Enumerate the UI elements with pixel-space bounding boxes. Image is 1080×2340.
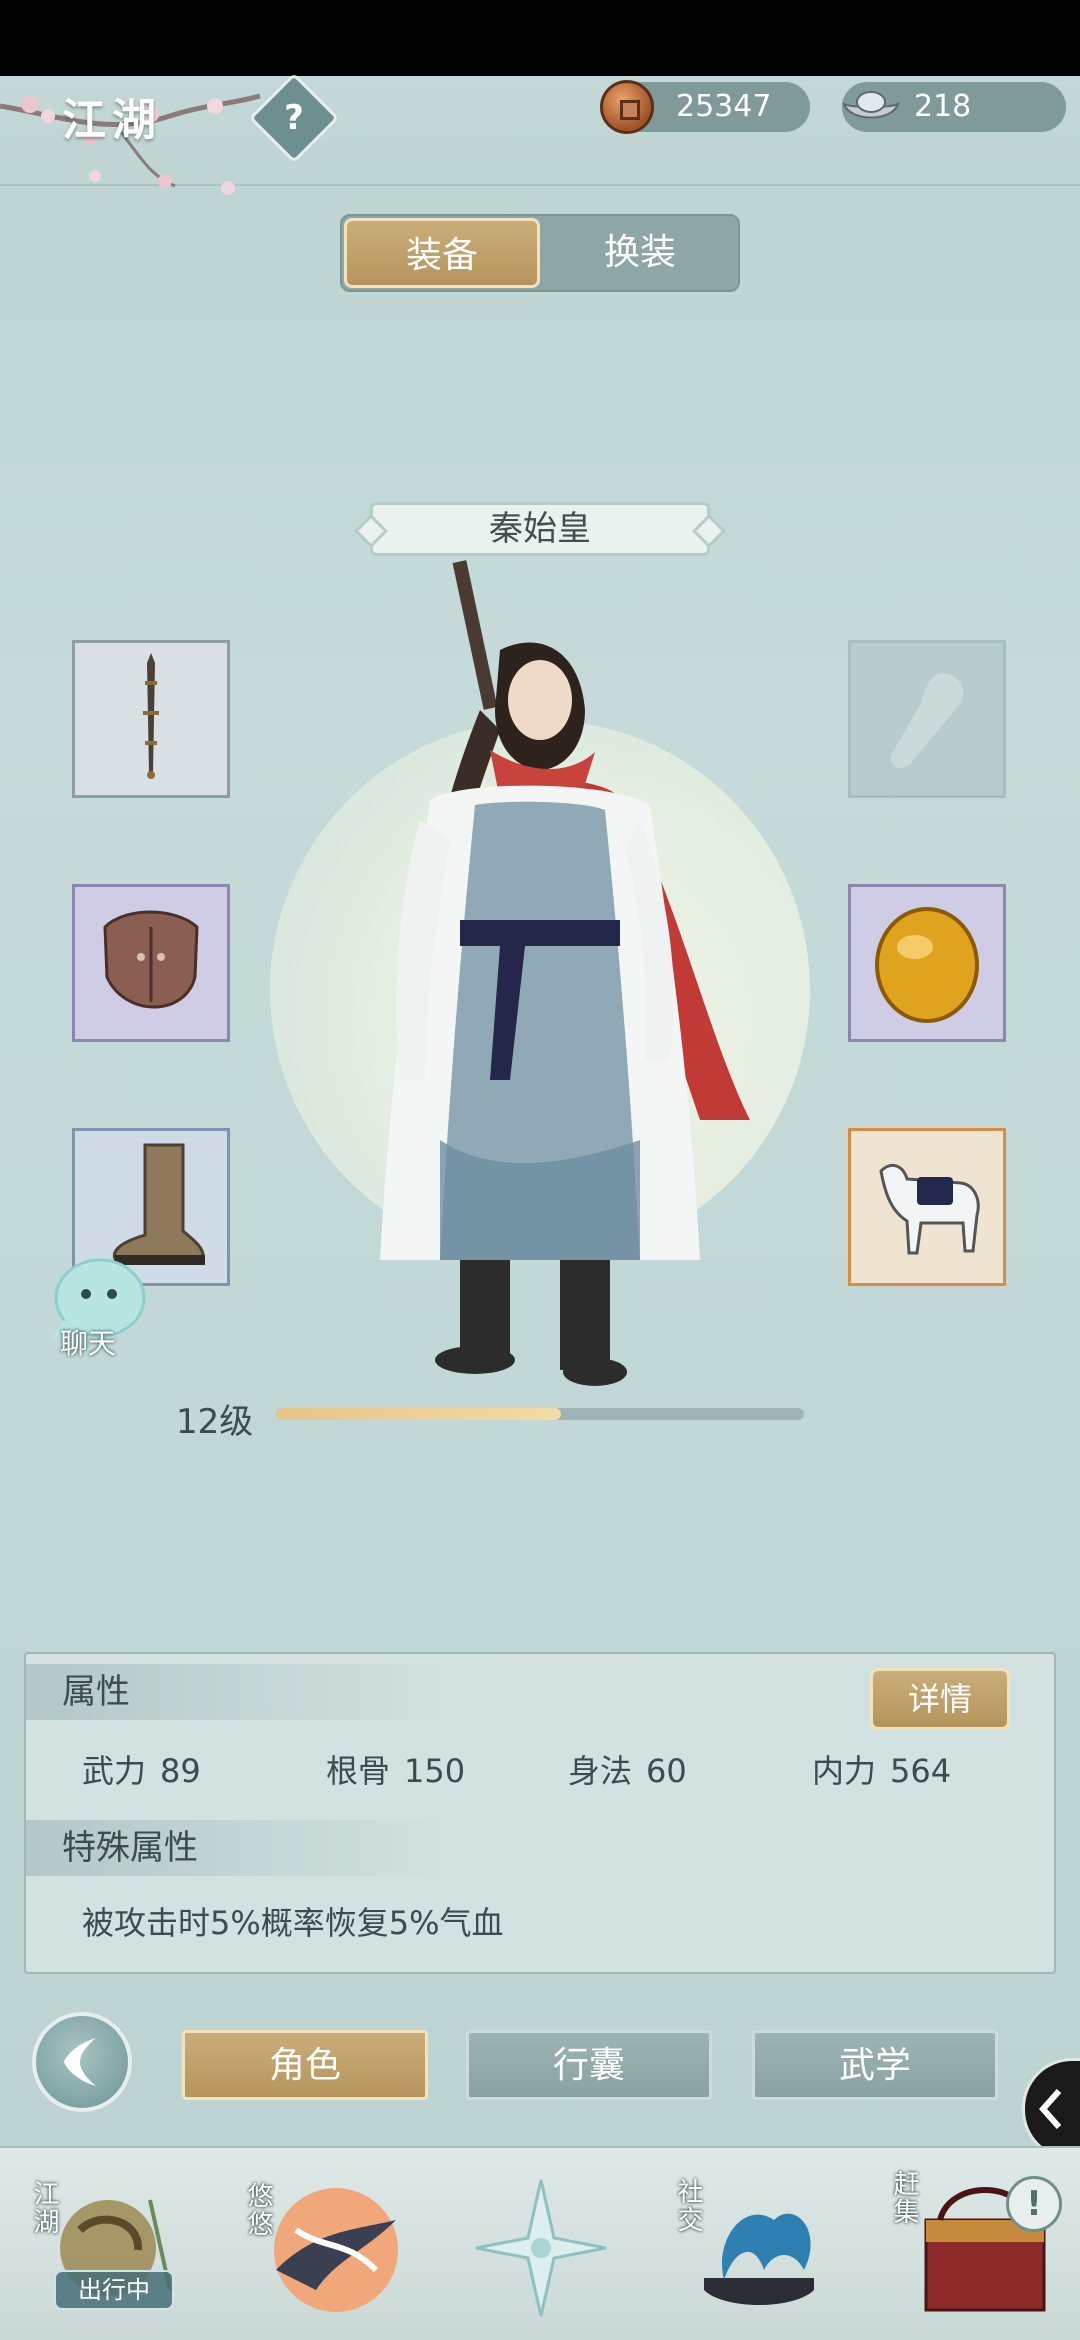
nav-martial-arts-button[interactable]: 武学 xyxy=(752,2030,998,2100)
copper-currency[interactable]: 25347 xyxy=(600,80,810,134)
dock-item-social[interactable]: 社交 xyxy=(664,2160,844,2330)
question-icon: ? xyxy=(284,98,304,138)
slot-weapon[interactable] xyxy=(72,640,230,798)
horse-icon xyxy=(879,1163,980,1255)
slot-mount[interactable] xyxy=(848,1128,1006,1286)
back-arrow-icon xyxy=(64,2038,96,2086)
copper-coin-icon xyxy=(600,80,654,134)
character-model[interactable] xyxy=(380,560,840,1390)
stat-label: 根骨 xyxy=(326,1752,391,1790)
stat-label: 内力 xyxy=(812,1752,877,1790)
character-name: 秦始皇 xyxy=(370,502,710,556)
alert-icon[interactable]: ! xyxy=(1006,2176,1062,2232)
slot-armor[interactable] xyxy=(72,884,230,1042)
stat-constitution: 根骨 150 xyxy=(326,1746,465,1792)
silver-currency[interactable]: 218 xyxy=(842,82,1066,132)
system-status-bar xyxy=(0,0,1080,76)
dagger-icon xyxy=(143,653,159,779)
stat-strength: 武力 89 xyxy=(82,1746,201,1792)
stat-agility: 身法 60 xyxy=(568,1746,687,1792)
side-drawer-tab[interactable] xyxy=(1022,2058,1080,2160)
stat-label: 武力 xyxy=(82,1752,147,1790)
nav-inventory-button[interactable]: 行囊 xyxy=(466,2030,712,2100)
dock-label-social: 社交 xyxy=(673,2178,703,2234)
dock-label-jianghu: 江湖 xyxy=(29,2180,59,2236)
special-attribute-text: 被攻击时5%概率恢复5%气血 xyxy=(82,1904,504,1942)
stat-value: 150 xyxy=(404,1752,466,1790)
scroll-bracer-icon xyxy=(890,673,964,769)
dock-item-youyou[interactable]: 悠悠 xyxy=(236,2160,416,2330)
travel-status-badge: 出行中 xyxy=(54,2270,174,2310)
dock-item-center[interactable] xyxy=(466,2160,616,2330)
dock-label-youyou: 悠悠 xyxy=(243,2182,273,2238)
chevron-left-icon xyxy=(1038,2089,1062,2129)
slot-accessory[interactable] xyxy=(848,884,1006,1042)
amber-gem-icon xyxy=(875,907,979,1023)
chat-label[interactable]: 聊天 xyxy=(60,1322,116,1362)
attributes-title: 属性 xyxy=(26,1664,446,1720)
stat-internal-power: 内力 564 xyxy=(812,1746,951,1792)
leather-armor-icon xyxy=(103,910,199,1009)
tab-equip[interactable]: 装备 xyxy=(344,218,540,288)
details-button[interactable]: 详情 xyxy=(870,1668,1010,1730)
level-progress-bar xyxy=(276,1408,804,1420)
level-progress-fill xyxy=(276,1408,562,1420)
back-button[interactable] xyxy=(32,2012,132,2112)
nav-character-button[interactable]: 角色 xyxy=(182,2030,428,2100)
stat-value: 60 xyxy=(646,1752,687,1790)
slot-bracer[interactable] xyxy=(848,640,1006,798)
stat-value: 564 xyxy=(890,1752,952,1790)
attributes-panel: 属性 详情 武力 89 根骨 150 身法 60 内力 564 特殊属性 被攻击时5%概… xyxy=(24,1652,1056,1974)
copper-amount: 25347 xyxy=(676,89,772,124)
stat-label: 身法 xyxy=(568,1752,633,1790)
compass-star-icon xyxy=(475,2179,607,2317)
tab-outfit[interactable]: 换装 xyxy=(542,218,738,288)
dock-label-market: 赶集 xyxy=(889,2170,919,2226)
silver-ingot-icon xyxy=(842,91,900,119)
special-attributes-title: 特殊属性 xyxy=(26,1820,446,1876)
equip-outfit-tabs: 装备 换装 xyxy=(340,214,740,292)
silver-amount: 218 xyxy=(914,89,972,124)
page-title: 江湖 xyxy=(62,95,162,146)
level-label: 12级 xyxy=(176,1402,254,1442)
stat-value: 89 xyxy=(160,1752,201,1790)
